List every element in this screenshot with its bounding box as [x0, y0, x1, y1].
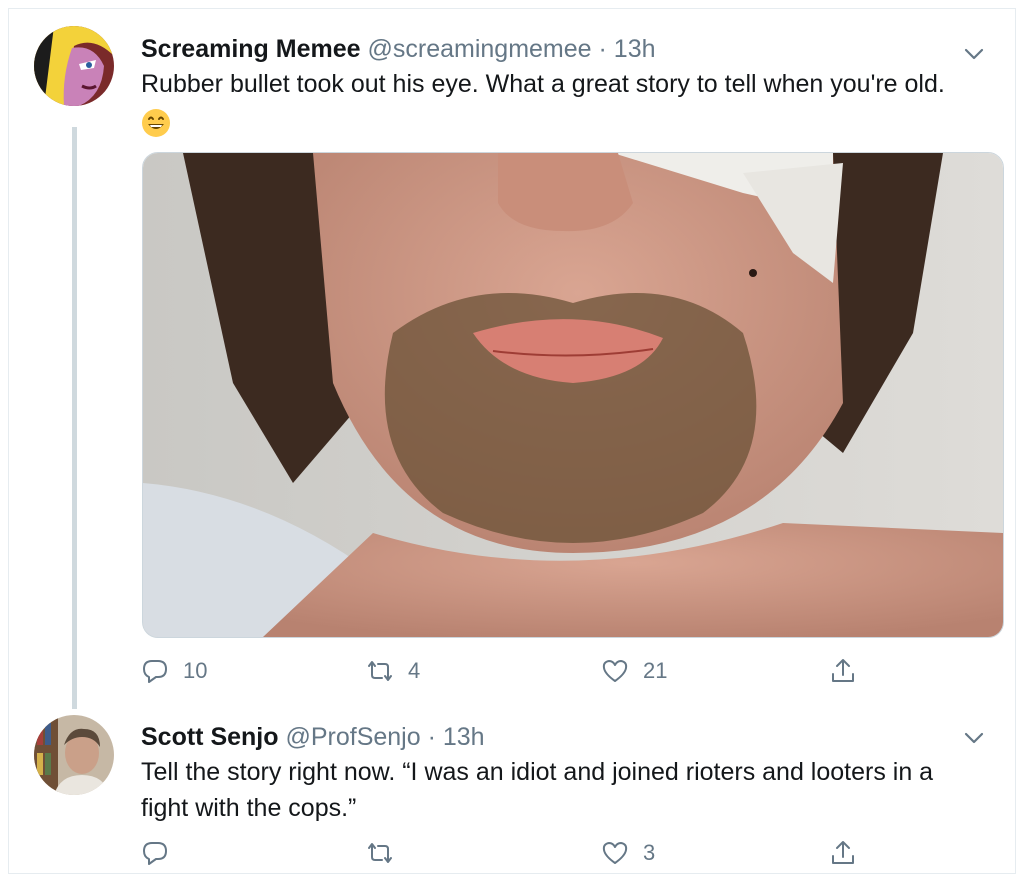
avatar-screaming-memee[interactable] [34, 26, 114, 106]
timestamp[interactable]: 13h [443, 723, 485, 751]
display-name[interactable]: Scott Senjo [141, 723, 279, 751]
photo-image [143, 153, 1003, 637]
avatar-image [34, 26, 114, 106]
reply-icon [143, 842, 167, 865]
like-button[interactable]: 21 [601, 655, 667, 687]
tweet-text-line: fight with the cops.” [141, 794, 357, 822]
tweet-actions: 10 4 21 [141, 655, 861, 687]
retweet-button[interactable] [366, 837, 408, 869]
tweet-text-line: Tell the story right now. “I was an idio… [141, 758, 934, 786]
tweet-header: Screaming Memee @screamingmemee · 13h [141, 35, 656, 64]
separator: · [598, 35, 607, 63]
tweet-photo[interactable] [142, 152, 1004, 638]
avatar-scott-senjo[interactable] [34, 715, 114, 795]
share-button[interactable] [829, 655, 857, 687]
tweet-1[interactable]: Screaming Memee @screamingmemee · 13h Ru… [9, 9, 1015, 709]
tweet-2[interactable]: Scott Senjo @ProfSenjo · 13h Tell the st… [9, 699, 1015, 875]
reply-button[interactable]: 10 [141, 655, 207, 687]
chevron-down-icon[interactable] [963, 43, 985, 65]
retweet-count: 4 [408, 658, 421, 683]
handle[interactable]: @screamingmemee [368, 35, 592, 63]
like-button[interactable]: 3 [601, 837, 655, 869]
retweet-icon [368, 661, 392, 681]
like-count: 3 [643, 840, 656, 865]
separator: · [427, 723, 436, 751]
thread-line [72, 127, 77, 709]
retweet-button[interactable]: 4 [366, 655, 420, 687]
share-button[interactable] [829, 837, 857, 869]
share-icon [832, 659, 854, 682]
heart-icon [602, 660, 628, 682]
grinning-face-emoji [141, 106, 1001, 142]
heart-icon [602, 842, 628, 864]
handle[interactable]: @ProfSenjo [285, 723, 420, 751]
timestamp[interactable]: 13h [614, 35, 656, 63]
tweet-header: Scott Senjo @ProfSenjo · 13h [141, 723, 485, 752]
tweet-text: Rubber bullet took out his eye. What a g… [141, 66, 1001, 142]
tweet-text-line: Rubber bullet took out his eye. What a g… [141, 70, 945, 98]
share-icon [832, 841, 854, 864]
timeline: Screaming Memee @screamingmemee · 13h Ru… [8, 8, 1016, 874]
reply-button[interactable] [141, 837, 183, 869]
tweet-actions: 3 [141, 837, 861, 869]
chevron-down-icon[interactable] [963, 727, 985, 749]
avatar-image [34, 715, 114, 795]
tweet-text: Tell the story right now. “I was an idio… [141, 754, 1001, 826]
reply-count: 10 [183, 658, 208, 683]
display-name[interactable]: Screaming Memee [141, 35, 361, 63]
retweet-icon [368, 843, 392, 863]
like-count: 21 [643, 658, 668, 683]
reply-icon [143, 660, 167, 683]
